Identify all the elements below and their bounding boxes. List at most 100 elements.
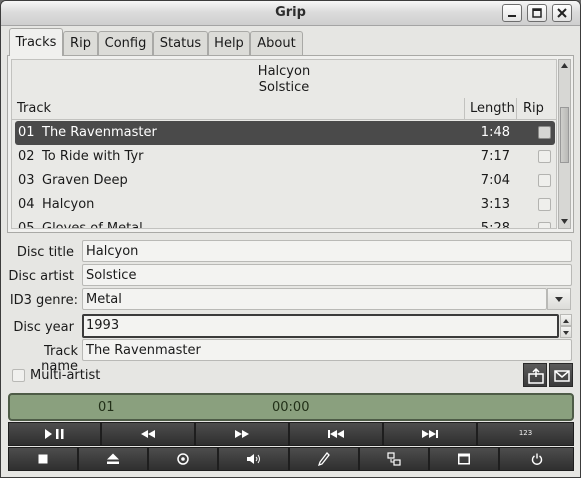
disc-title-field[interactable]: Halcyon [82, 240, 572, 262]
genre-dropdown-button[interactable] [547, 288, 571, 310]
toggle-view-icon [387, 452, 401, 466]
track-number: 01 [18, 125, 35, 140]
column-header-label: Track [17, 101, 52, 116]
tab-label: Status [159, 36, 202, 51]
player-display: 01 00:00 [8, 393, 574, 421]
disc-year-label: Disc year [13, 320, 74, 335]
previous-track-button[interactable] [289, 422, 383, 446]
rip-checkbox[interactable] [538, 222, 551, 228]
play-pause-button[interactable] [8, 422, 101, 446]
edit-icon [318, 452, 330, 466]
rip-checkbox[interactable] [538, 150, 551, 163]
close-icon [557, 8, 567, 18]
record-icon [177, 453, 189, 465]
track-row[interactable]: 05 Gloves of Metal 5:28 [15, 217, 555, 229]
chevron-down-icon [555, 297, 563, 302]
disc-header-artist: Solstice [258, 80, 310, 95]
tab-label: About [257, 36, 296, 51]
close-button[interactable] [552, 4, 572, 22]
tab-status[interactable]: Status [153, 31, 208, 55]
eject-icon [107, 453, 119, 464]
column-header-track[interactable]: Track [12, 98, 464, 120]
spin-up-icon [563, 319, 569, 323]
track-row[interactable]: 02 To Ride with Tyr 7:17 [15, 145, 555, 169]
minimize-view-icon [458, 453, 470, 465]
fast-forward-icon [235, 430, 249, 438]
scroll-down-icon [561, 219, 568, 224]
tab-label: Config [104, 36, 147, 51]
window-title: Grip [275, 5, 306, 20]
track-length: 3:13 [480, 197, 510, 212]
track-name: To Ride with Tyr [42, 149, 144, 164]
column-header-rip[interactable]: Rip [516, 98, 556, 120]
mail-icon [554, 370, 570, 382]
stop-button[interactable] [8, 447, 78, 471]
previous-track-icon [328, 430, 344, 438]
minimize-button[interactable] [502, 4, 522, 22]
tracks-panel: Halcyon Solstice Track Length Rip 01 The… [7, 55, 574, 233]
track-count-icon: 123 [518, 429, 533, 437]
track-row[interactable]: 01 The Ravenmaster 1:48 [15, 121, 555, 145]
year-decrement-button[interactable] [560, 326, 572, 338]
eject-button[interactable] [78, 447, 148, 471]
track-name: Halcyon [42, 197, 95, 212]
grip-window: Grip Tracks Rip Config Status Help About… [0, 0, 581, 478]
disc-artist-field[interactable]: Solstice [82, 264, 572, 286]
rip-checkbox[interactable] [538, 126, 551, 139]
disc-title-label: Disc title [16, 245, 74, 260]
track-name-field[interactable]: The Ravenmaster [82, 339, 572, 361]
column-header-length[interactable]: Length [464, 98, 516, 120]
track-list-scrollbar[interactable] [558, 59, 571, 229]
tab-tracks[interactable]: Tracks [9, 28, 63, 56]
rewind-button[interactable] [101, 422, 195, 446]
fast-forward-button[interactable] [195, 422, 289, 446]
column-header-label: Length [470, 101, 515, 116]
disc-artist-label: Disc artist [8, 269, 74, 284]
email-button[interactable] [549, 363, 573, 387]
cddb-submit-button[interactable] [523, 363, 547, 387]
track-length: 7:04 [480, 173, 510, 188]
tab-config[interactable]: Config [98, 31, 153, 55]
power-icon [531, 453, 542, 465]
track-length: 7:17 [480, 149, 510, 164]
maximize-button[interactable] [527, 4, 547, 22]
tab-about[interactable]: About [250, 31, 303, 55]
edit-button[interactable] [289, 447, 359, 471]
scroll-up-icon [561, 63, 568, 68]
stop-icon [38, 454, 48, 464]
next-track-button[interactable] [383, 422, 477, 446]
play-pause-icon [44, 429, 63, 439]
track-count-button[interactable]: 123 [477, 422, 574, 446]
tab-rip[interactable]: Rip [63, 31, 98, 55]
track-number: 02 [18, 149, 35, 164]
track-number: 04 [18, 197, 35, 212]
power-button[interactable] [499, 447, 574, 471]
column-header-label: Rip [523, 101, 544, 116]
volume-button[interactable] [218, 447, 289, 471]
year-increment-button[interactable] [560, 314, 572, 326]
rip-checkbox[interactable] [538, 174, 551, 187]
track-length: 1:48 [480, 125, 510, 140]
transport-controls: 123 [8, 422, 574, 446]
track-list[interactable]: Halcyon Solstice Track Length Rip 01 The… [11, 59, 557, 229]
track-row[interactable]: 03 Graven Deep 7:04 [15, 169, 555, 193]
track-name: Graven Deep [42, 173, 128, 188]
scrollbar-thumb[interactable] [560, 107, 569, 163]
rewind-icon [141, 430, 155, 438]
rip-checkbox[interactable] [538, 198, 551, 211]
maximize-icon [532, 8, 542, 18]
minimize-view-button[interactable] [429, 447, 499, 471]
tab-help[interactable]: Help [208, 31, 250, 55]
genre-select[interactable]: Metal [82, 288, 547, 310]
toggle-view-button[interactable] [359, 447, 429, 471]
disc-year-field[interactable]: 1993 [82, 314, 559, 338]
next-track-icon [422, 430, 438, 438]
track-name: Gloves of Metal [42, 221, 143, 229]
minimize-icon [508, 15, 516, 17]
volume-icon [246, 454, 260, 464]
track-number: 05 [18, 221, 35, 229]
track-row[interactable]: 04 Halcyon 3:13 [15, 193, 555, 217]
title-bar[interactable]: Grip [1, 1, 580, 26]
record-button[interactable] [148, 447, 218, 471]
multi-artist-checkbox[interactable] [12, 369, 25, 382]
